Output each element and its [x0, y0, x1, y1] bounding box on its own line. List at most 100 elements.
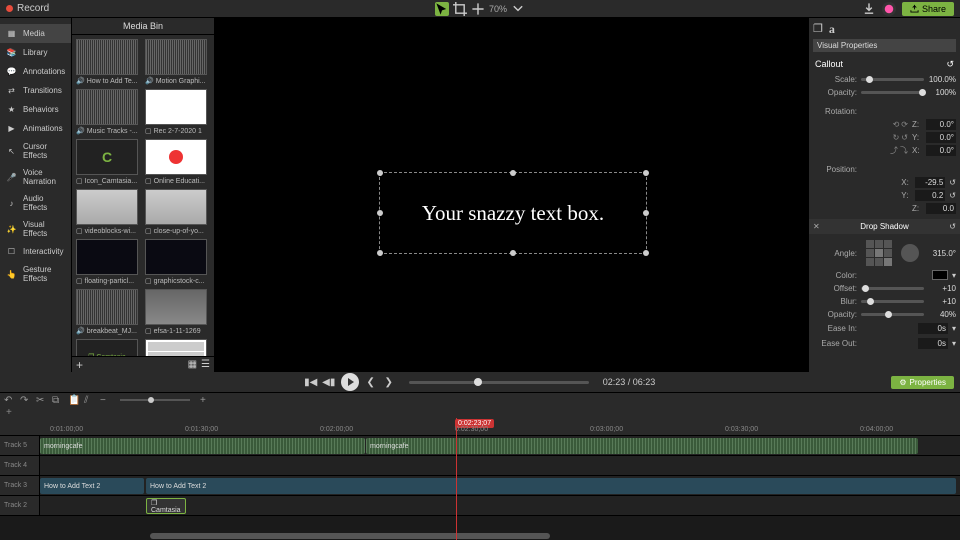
rotate-x-icon2[interactable]: ⤵	[900, 145, 908, 156]
rotate-z-icon2[interactable]: ⟳	[901, 120, 908, 129]
ds-easein-value[interactable]: 0s	[918, 323, 948, 334]
ds-easeout-value[interactable]: 0s	[918, 338, 948, 349]
reset-icon[interactable]: ↺	[946, 59, 954, 70]
prev-clip-button[interactable]: ▮◀	[305, 376, 317, 388]
angle-wheel[interactable]	[901, 244, 919, 262]
list-view-icon[interactable]: ☰	[201, 359, 210, 370]
media-item[interactable]: ❐ Camtasia▢Logo_Hrz_Ca...	[76, 339, 141, 356]
tool-item-gesture[interactable]: 👆Gesture Effects	[0, 261, 71, 287]
zoom-out-icon[interactable]: −	[100, 395, 110, 405]
timeline-clip[interactable]: morningcafe	[40, 438, 365, 454]
properties-button[interactable]: ⚙ Properties	[891, 376, 954, 389]
callout-tab-icon[interactable]: ❐	[813, 22, 823, 37]
media-item[interactable]: ▢Rec 2-7-2020 1	[145, 89, 210, 135]
resize-handle[interactable]	[510, 250, 516, 256]
paste-icon[interactable]: 📋	[68, 395, 78, 405]
resize-handle[interactable]	[377, 210, 383, 216]
ds-color-swatch[interactable]	[932, 270, 948, 280]
track-label[interactable]: Track 4	[0, 456, 40, 475]
rotation-x-input[interactable]: 0.0°	[926, 145, 956, 156]
scale-slider[interactable]	[861, 78, 924, 81]
media-item[interactable]: ▢floating-particl...	[76, 239, 141, 285]
tool-item-annotations[interactable]: 💬Annotations	[0, 62, 71, 81]
reset-drop-shadow-icon[interactable]: ↺	[949, 222, 956, 231]
resize-handle[interactable]	[643, 250, 649, 256]
next-marker-button[interactable]: ❯	[383, 376, 395, 388]
split-icon[interactable]: ⫽	[84, 395, 94, 405]
ds-opacity-slider[interactable]	[861, 313, 924, 316]
position-z-input[interactable]: 0.0	[926, 203, 956, 214]
tool-item-behaviors[interactable]: ★Behaviors	[0, 100, 71, 119]
playhead[interactable]	[456, 418, 457, 540]
rotate-y-icon[interactable]: ↻	[893, 133, 900, 142]
position-y-input[interactable]: 0.2	[915, 190, 945, 201]
scrub-bar[interactable]	[409, 381, 589, 384]
opacity-value[interactable]: 100%	[928, 88, 956, 97]
prev-marker-button[interactable]: ❮	[365, 376, 377, 388]
ds-blur-slider[interactable]	[861, 300, 924, 303]
copy-icon[interactable]: ⧉	[52, 395, 62, 405]
redo-icon[interactable]: ↷	[20, 395, 30, 405]
reset-x-icon[interactable]: ↺	[949, 178, 956, 187]
callout-text[interactable]: Your snazzy text box.	[422, 201, 604, 226]
tool-item-transitions[interactable]: ⇄Transitions	[0, 81, 71, 100]
zoom-percent[interactable]: 70%	[489, 4, 507, 14]
media-item[interactable]: ▢Online Educati...	[145, 139, 210, 185]
media-item[interactable]: ▢close-up-of-yo...	[145, 189, 210, 235]
opacity-slider[interactable]	[861, 91, 924, 94]
track-label[interactable]: Track 3	[0, 476, 40, 495]
rotation-y-input[interactable]: 0.0°	[926, 132, 956, 143]
angle-picker[interactable]	[866, 240, 892, 266]
scale-value[interactable]: 100.0%	[928, 75, 956, 84]
timeline-clip[interactable]: morningcafe	[366, 438, 918, 454]
tool-item-cursor[interactable]: ↖Cursor Effects	[0, 138, 71, 164]
timeline-ruler[interactable]: 0:02:23;07 0:01:00;000:01:30;000:02:00;0…	[0, 418, 960, 436]
track-content[interactable]: How to Add Text 2How to Add Text 2	[40, 476, 960, 495]
reset-y-icon[interactable]: ↺	[949, 191, 956, 200]
edit-tool-button[interactable]	[435, 2, 449, 16]
resize-handle[interactable]	[377, 250, 383, 256]
canvas[interactable]: Your snazzy text box.	[214, 18, 808, 372]
media-item[interactable]: C▢Icon_Camtasia...	[76, 139, 141, 185]
media-item[interactable]: 🔊How to Add Te...	[76, 39, 141, 85]
media-item[interactable]: ▢videoblocks-wi...	[76, 189, 141, 235]
close-drop-shadow-icon[interactable]: ✕	[813, 222, 820, 231]
ds-blur-value[interactable]: +10	[928, 297, 956, 306]
timeline-clip[interactable]: How to Add Text 2	[40, 478, 144, 494]
rotate-z-icon[interactable]: ⟲	[893, 120, 900, 129]
ds-color-dropdown-icon[interactable]: ▾	[952, 271, 956, 280]
undo-icon[interactable]: ↶	[4, 395, 14, 405]
tool-item-voice[interactable]: 🎤Voice Narration	[0, 164, 71, 190]
add-media-button[interactable]: +	[76, 358, 83, 372]
text-tab-icon[interactable]: a	[829, 22, 835, 37]
ds-opacity-value[interactable]: 40%	[928, 310, 956, 319]
ds-offset-value[interactable]: +10	[928, 284, 956, 293]
track-label[interactable]: Track 5	[0, 436, 40, 455]
tool-item-animations[interactable]: ▶Animations	[0, 119, 71, 138]
record-button[interactable]: Record	[6, 3, 49, 14]
position-x-input[interactable]: -29.5	[915, 177, 945, 188]
resize-handle[interactable]	[643, 170, 649, 176]
media-item[interactable]: ▢efsa-1-11-1269	[145, 289, 210, 335]
cut-icon[interactable]: ✂	[36, 395, 46, 405]
track-content[interactable]	[40, 456, 960, 475]
media-item[interactable]: 🔊Music Tracks -...	[76, 89, 141, 135]
track-content[interactable]: ❐ Camtasia	[40, 496, 960, 515]
track-content[interactable]: morningcafemorningcafe	[40, 436, 960, 455]
resize-handle[interactable]	[643, 210, 649, 216]
play-button[interactable]	[341, 373, 359, 391]
timeline-scrollbar[interactable]	[40, 532, 960, 540]
crop-tool-button[interactable]	[453, 2, 467, 16]
resize-handle[interactable]	[377, 170, 383, 176]
download-icon[interactable]	[862, 2, 876, 16]
tool-item-media[interactable]: ▦Media	[0, 24, 71, 43]
timeline-clip[interactable]: ❐ Camtasia	[146, 498, 186, 514]
rotate-x-icon[interactable]: ⤴	[890, 145, 898, 156]
ds-offset-slider[interactable]	[861, 287, 924, 290]
media-item[interactable]: ▢Rec 2-7-2020 2	[145, 339, 210, 356]
media-item[interactable]: ▢graphicstock-c...	[145, 239, 210, 285]
share-button[interactable]: Share	[902, 2, 954, 16]
pan-tool-button[interactable]	[471, 2, 485, 16]
grid-view-icon[interactable]: ▦	[188, 359, 197, 370]
rotate-y-icon2[interactable]: ↺	[901, 133, 908, 142]
